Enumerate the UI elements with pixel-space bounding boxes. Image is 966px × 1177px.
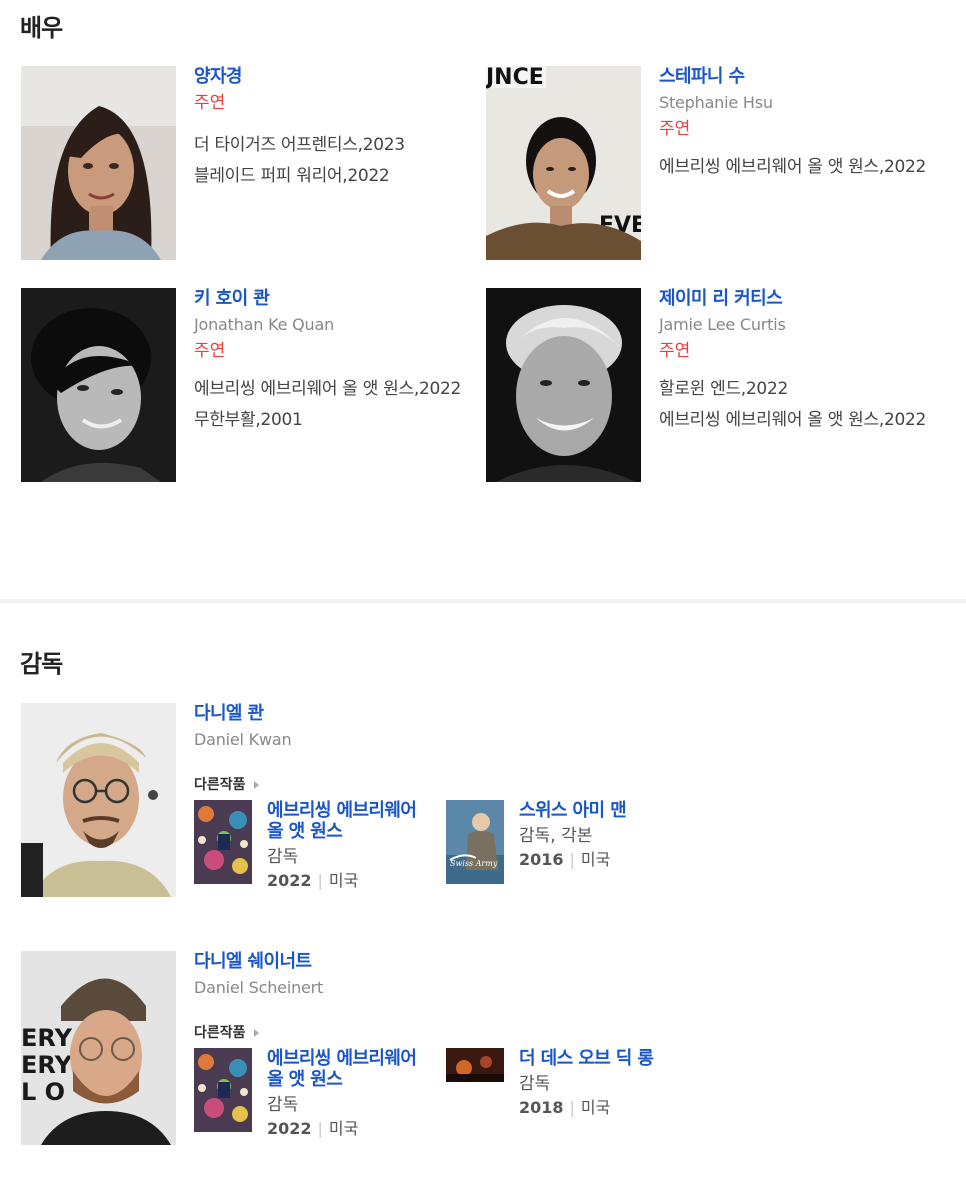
separator: | (569, 1098, 575, 1117)
triangle-right-icon (253, 1029, 259, 1037)
svg-text:L O: L O (21, 1078, 65, 1106)
actor-card: 제이미 리 커티스 Jamie Lee Curtis 주연 할로윈 엔드,202… (486, 288, 956, 482)
director-name[interactable]: 다니엘 쉐이너트 (194, 951, 954, 973)
svg-text:Swiss Army: Swiss Army (450, 859, 498, 868)
film-meta: 2022 | 미국 (267, 1119, 359, 1138)
svg-text:ERY: ERY (21, 1024, 73, 1052)
director-card: ERY ERY L O 다니엘 쉐이너트 Daniel Scheinert 다른… (21, 951, 951, 1151)
film-poster[interactable] (194, 800, 252, 884)
film-meta: 2016 | 미국 (519, 850, 611, 869)
actor-role: 주연 (194, 341, 226, 361)
section-title-actors: 배우 (20, 14, 63, 42)
actor-card: JNCE EVE 스테파니 수 Stephanie Hsu 주연 에브리씽 에브… (486, 66, 956, 260)
film-poster[interactable] (194, 1048, 252, 1132)
actor-role: 주연 (659, 341, 691, 361)
actor-role: 주연 (659, 119, 691, 139)
actor-name[interactable]: 키 호이 콴 (194, 288, 494, 310)
svg-text:ERY: ERY (21, 1051, 73, 1079)
actor-work[interactable]: 에브리씽 에브리웨어 올 앳 원스,2022 (659, 409, 959, 431)
other-works-label[interactable]: 다른작품 (194, 776, 954, 794)
actor-role: 주연 (194, 93, 226, 113)
film-role: 감독 (519, 1074, 551, 1094)
actor-english-name: Jonathan Ke Quan (194, 315, 335, 334)
actor-photo[interactable] (486, 288, 641, 482)
actor-card: 양자경 주연 더 타이거즈 어프렌티스,2023 블레이드 퍼피 워리어,202… (21, 66, 461, 260)
director-photo[interactable] (21, 703, 176, 897)
separator: | (569, 850, 575, 869)
film-role: 감독 (267, 1095, 299, 1115)
actor-work[interactable]: 할로윈 엔드,2022 (659, 378, 959, 400)
film-title[interactable]: 에브리씽 에브리웨어 올 앳 원스 (267, 1048, 427, 1090)
section-title-directors: 감독 (20, 650, 63, 678)
director-card: 다니엘 콴 Daniel Kwan 다른작품 에브리씽 에브리웨어 올 앳 원스… (21, 703, 951, 903)
actor-work[interactable]: 에브리씽 에브리웨어 올 앳 원스,2022 (194, 378, 494, 400)
actor-work[interactable]: 무한부활,2001 (194, 409, 494, 431)
film-title[interactable]: 더 데스 오브 딕 롱 (519, 1048, 679, 1069)
director-english-name: Daniel Kwan (194, 730, 292, 749)
director-name[interactable]: 다니엘 콴 (194, 703, 954, 725)
actor-name[interactable]: 제이미 리 커티스 (659, 288, 959, 310)
actor-name[interactable]: 양자경 (194, 66, 494, 88)
separator: | (317, 871, 323, 890)
triangle-right-icon (253, 781, 259, 789)
director-photo[interactable]: ERY ERY L O (21, 951, 176, 1145)
actor-english-name: Stephanie Hsu (659, 93, 773, 112)
film-poster[interactable]: Swiss Army (446, 800, 504, 884)
actor-card: 키 호이 콴 Jonathan Ke Quan 주연 에브리씽 에브리웨어 올 … (21, 288, 481, 482)
svg-text:JNCE: JNCE (486, 66, 544, 90)
actor-photo[interactable] (21, 288, 176, 482)
actor-work[interactable]: 블레이드 퍼피 워리어,2022 (194, 165, 494, 187)
actor-work[interactable]: 에브리씽 에브리웨어 올 앳 원스,2022 (659, 156, 959, 178)
film-title[interactable]: 에브리씽 에브리웨어 올 앳 원스 (267, 800, 427, 842)
separator: | (317, 1119, 323, 1138)
film-role: 감독, 각본 (519, 826, 593, 846)
actor-photo[interactable]: JNCE EVE (486, 66, 641, 260)
actor-name[interactable]: 스테파니 수 (659, 66, 959, 88)
film-meta: 2022 | 미국 (267, 871, 359, 890)
actor-english-name: Jamie Lee Curtis (659, 315, 786, 334)
film-title[interactable]: 스위스 아미 맨 (519, 800, 679, 821)
other-works-label[interactable]: 다른작품 (194, 1024, 954, 1042)
actor-photo[interactable] (21, 66, 176, 260)
actor-work[interactable]: 더 타이거즈 어프렌티스,2023 (194, 134, 494, 156)
section-divider (0, 599, 966, 603)
film-role: 감독 (267, 847, 299, 867)
film-meta: 2018 | 미국 (519, 1098, 611, 1117)
director-english-name: Daniel Scheinert (194, 978, 324, 997)
film-poster[interactable] (446, 1048, 504, 1082)
